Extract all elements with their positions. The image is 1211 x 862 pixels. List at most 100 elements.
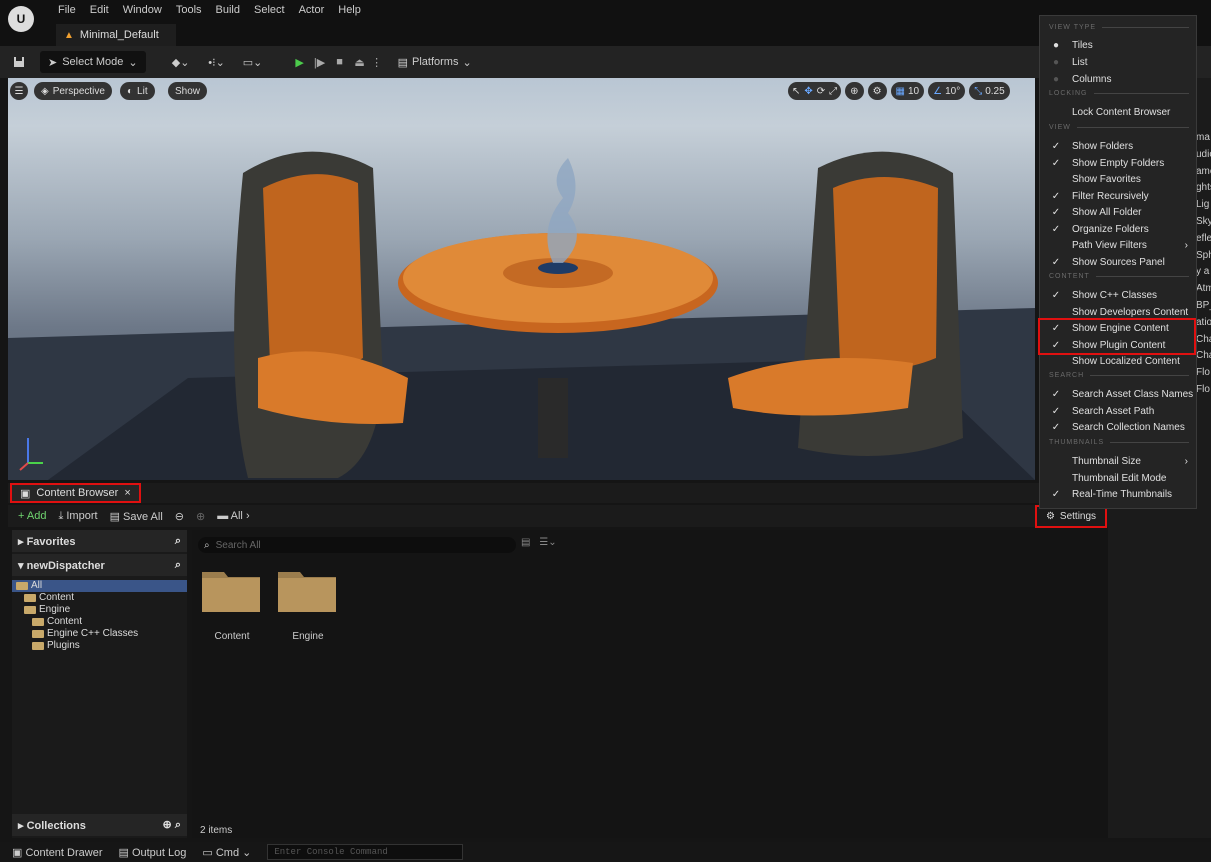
add-button[interactable]: + Add [18, 510, 46, 522]
filter-icon[interactable]: ☰⌄ [539, 537, 556, 548]
asset-tile-content[interactable]: Content [202, 568, 262, 642]
tree-item-all[interactable]: All [12, 580, 187, 592]
tree-item-content[interactable]: Content [12, 592, 187, 604]
outliner-item[interactable]: ma [1196, 130, 1211, 147]
stop-icon[interactable]: ■ [330, 51, 350, 73]
menu-item-search-collection-names[interactable]: ✓ Search Collection Names [1040, 419, 1196, 436]
menu-item-show-folders[interactable]: ✓ Show Folders [1040, 138, 1196, 155]
output-log-button[interactable]: ▤ Output Log [119, 846, 187, 859]
menu-item-list[interactable]: ● List [1040, 54, 1196, 71]
menu-help[interactable]: Help [338, 4, 361, 16]
outliner-item[interactable]: atio [1196, 315, 1211, 332]
menu-edit[interactable]: Edit [90, 4, 109, 16]
menu-tools[interactable]: Tools [176, 4, 202, 16]
level-viewport[interactable]: ☰ ◈ Perspective ◐ Lit Show ↖ ✥ ⟳ ⤢ ⊕ ⚙ ▦… [8, 78, 1035, 480]
project-tab[interactable]: ▲ Minimal_Default [56, 24, 176, 46]
blueprint-icon[interactable]: •⁝⌄ [202, 51, 232, 73]
menu-item-show-cpp-classes[interactable]: ✓ Show C++ Classes [1040, 287, 1196, 304]
menu-item-thumbnail-size[interactable]: Thumbnail Size › [1040, 453, 1196, 470]
menu-item-search-asset-path[interactable]: ✓ Search Asset Path [1040, 403, 1196, 420]
project-header[interactable]: ▾ newDispatcher ⌕ [12, 554, 187, 576]
forward-icon[interactable]: ⊕ [196, 510, 205, 523]
search-icon[interactable]: ⌕ [175, 559, 181, 572]
hamburger-menu-icon[interactable]: ☰ [10, 82, 28, 100]
outliner-item[interactable]: efle [1196, 231, 1211, 248]
menu-window[interactable]: Window [123, 4, 162, 16]
save-search-icon[interactable]: ▤ [521, 537, 530, 548]
import-button[interactable]: ⤓ Import [58, 510, 97, 523]
tree-item-engine[interactable]: Engine [12, 604, 187, 616]
menu-item-show-sources-panel[interactable]: ✓ Show Sources Panel [1040, 254, 1196, 271]
menu-build[interactable]: Build [216, 4, 240, 16]
more-options-icon[interactable]: ⋮ [370, 51, 384, 73]
select-mode-dropdown[interactable]: ➤ Select Mode ⌄ [40, 51, 146, 73]
outliner-item[interactable]: udio [1196, 147, 1211, 164]
menu-item-real-time-thumbnails[interactable]: ✓ Real-Time Thumbnails [1040, 486, 1196, 503]
collections-header[interactable]: ▸ Collections ⊕ ⌕ [12, 814, 187, 836]
outliner-item[interactable]: Flo [1196, 365, 1211, 382]
transform-tools[interactable]: ↖ ✥ ⟳ ⤢ [788, 82, 842, 100]
search-icon[interactable]: ⌕ [175, 819, 181, 831]
menu-item-path-view-filters[interactable]: Path View Filters › [1040, 237, 1196, 254]
outliner-item[interactable]: y a [1196, 264, 1211, 281]
add-collection-icon[interactable]: ⊕ [163, 819, 175, 831]
outliner-item[interactable]: Lig [1196, 197, 1211, 214]
eject-icon[interactable]: ⏏ [350, 51, 370, 73]
menu-item-tiles[interactable]: ● Tiles [1040, 37, 1196, 54]
show-button[interactable]: Show [168, 82, 208, 100]
content-browser-tab[interactable]: ▣ Content Browser × [10, 483, 141, 503]
menu-item-search-asset-class-names[interactable]: ✓ Search Asset Class Names [1040, 386, 1196, 403]
menu-select[interactable]: Select [254, 4, 285, 16]
save-icon[interactable] [6, 51, 32, 73]
menu-item-filter-recursively[interactable]: ✓ Filter Recursively [1040, 188, 1196, 205]
breadcrumb[interactable]: ▬ All › [217, 510, 249, 522]
outliner-item[interactable]: Sky [1196, 214, 1211, 231]
scale-tool-icon[interactable]: ⤢ [829, 86, 837, 97]
menu-item-organize-folders[interactable]: ✓ Organize Folders [1040, 221, 1196, 238]
menu-item-columns[interactable]: ● Columns [1040, 71, 1196, 88]
menu-item-show-favorites[interactable]: Show Favorites [1040, 171, 1196, 188]
outliner-item[interactable]: ghts [1196, 180, 1211, 197]
menu-item-show-localized-content[interactable]: Show Localized Content [1040, 353, 1196, 370]
tree-item-engine-content[interactable]: Content [12, 616, 187, 628]
cmd-dropdown[interactable]: ▭ Cmd ⌄ [202, 846, 251, 859]
platforms-dropdown[interactable]: ▤ Platforms ⌄ [398, 51, 472, 73]
favorites-header[interactable]: ▸ Favorites ⌕ [12, 530, 187, 552]
grid-snap-button[interactable]: ▦ 10 [890, 82, 925, 100]
breadcrumb-all[interactable]: All [231, 510, 243, 522]
menu-item-show-all-folder[interactable]: ✓ Show All Folder [1040, 204, 1196, 221]
console-command-input[interactable]: Enter Console Command [267, 844, 464, 860]
move-tool-icon[interactable]: ✥ [804, 86, 812, 97]
world-local-icon[interactable]: ⊕ [845, 82, 864, 100]
menu-item-show-empty-folders[interactable]: ✓ Show Empty Folders [1040, 155, 1196, 172]
perspective-button[interactable]: ◈ Perspective [34, 82, 112, 100]
save-all-button[interactable]: ▤ Save All [110, 510, 163, 523]
outliner-item[interactable]: ame [1196, 164, 1211, 181]
play-icon[interactable]: ▶ [290, 51, 310, 73]
outliner-item[interactable]: BP_ [1196, 298, 1211, 315]
outliner-item[interactable]: Sph [1196, 248, 1211, 265]
cinematics-icon[interactable]: ▭⌄ [238, 51, 268, 73]
menu-item-thumbnail-edit-mode[interactable]: Thumbnail Edit Mode [1040, 470, 1196, 487]
surface-snap-icon[interactable]: ⚙ [867, 82, 887, 100]
search-icon[interactable]: ⌕ [175, 535, 181, 548]
lit-button[interactable]: ◐ Lit [120, 82, 155, 100]
menu-file[interactable]: File [58, 4, 76, 16]
search-input[interactable]: ⌕ Search All [198, 537, 516, 553]
rotate-tool-icon[interactable]: ⟳ [817, 86, 825, 97]
content-drawer-button[interactable]: ▣ Content Drawer [12, 846, 103, 859]
tree-item-plugins[interactable]: Plugins [12, 640, 187, 652]
asset-tile-engine[interactable]: Engine [278, 568, 338, 642]
step-icon[interactable]: |▶ [310, 51, 330, 73]
outliner-item[interactable]: Atm [1196, 281, 1211, 298]
outliner-item[interactable]: Cha [1196, 348, 1211, 365]
menu-actor[interactable]: Actor [299, 4, 325, 16]
back-icon[interactable]: ⊖ [175, 510, 184, 523]
angle-snap-button[interactable]: ∠ 10° [928, 82, 966, 100]
menu-item-lock[interactable]: Lock Content Browser [1040, 104, 1196, 121]
outliner-item[interactable]: Cha [1196, 332, 1211, 349]
select-tool-icon[interactable]: ↖ [792, 86, 800, 97]
tree-item-engine-cpp[interactable]: Engine C++ Classes [12, 628, 187, 640]
outliner-item[interactable]: Flo [1196, 382, 1211, 399]
add-actor-icon[interactable]: ◆⌄ [166, 51, 196, 73]
